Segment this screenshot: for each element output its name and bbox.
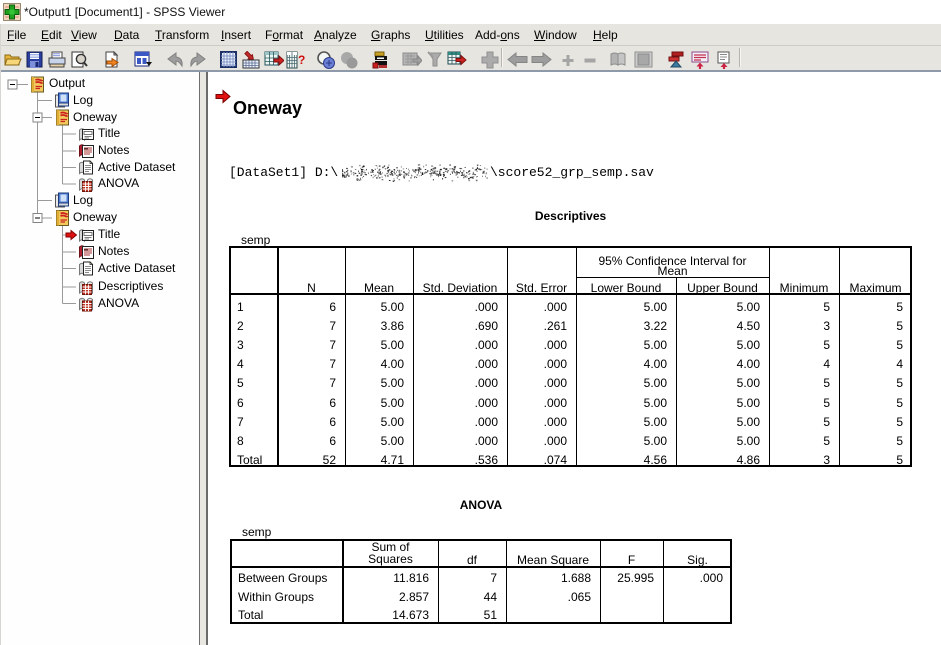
svg-text:?: ? [298,53,305,67]
